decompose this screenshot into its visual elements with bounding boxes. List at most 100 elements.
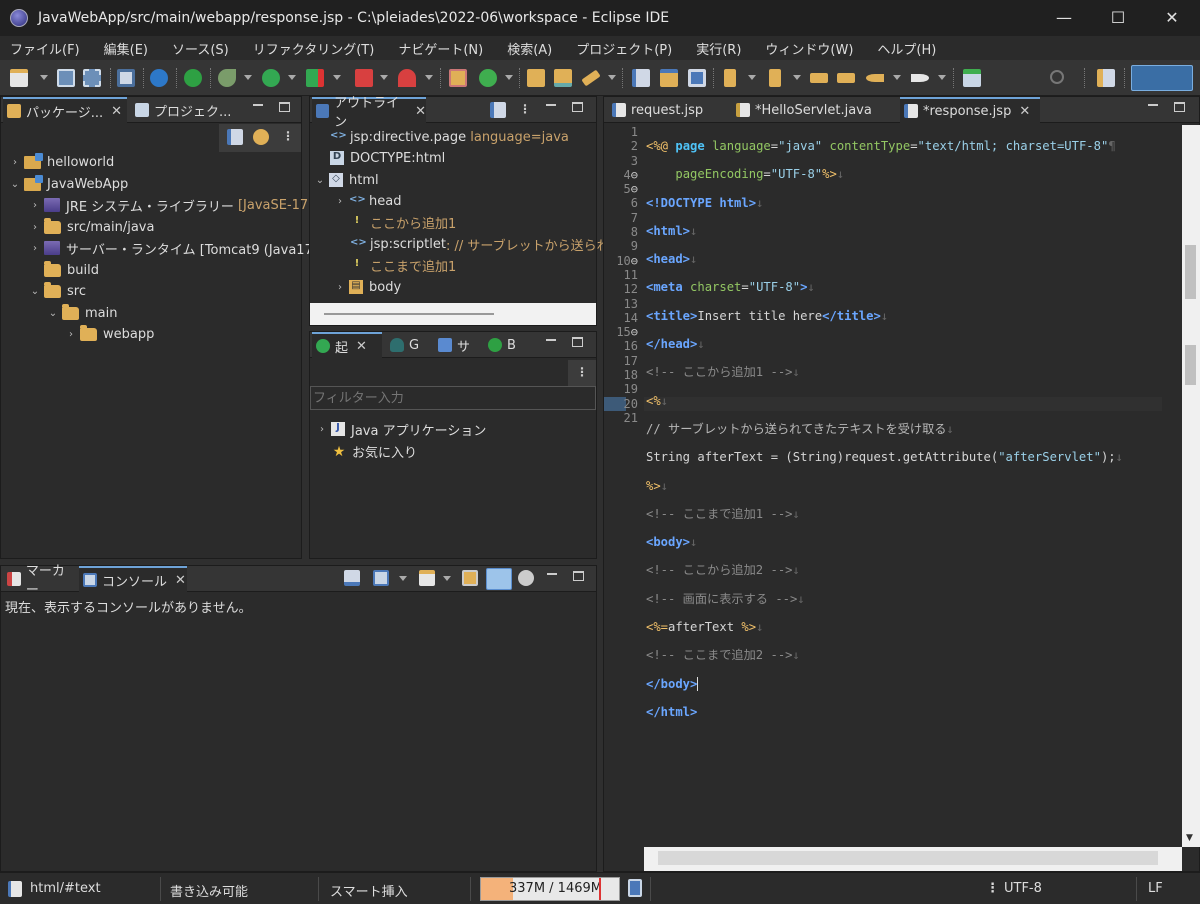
chevron-right-icon[interactable]: › [29,243,41,254]
filter-input[interactable] [310,386,596,410]
tree-item-main[interactable]: ⌄ main [47,303,117,323]
chevron-right-icon[interactable]: › [29,200,41,211]
pin-editor-icon[interactable] [963,69,981,87]
code-editor[interactable]: <%@ page language="java" contentType="te… [646,125,1160,747]
tab-gradle[interactable]: G [386,332,430,358]
open-console-icon[interactable] [373,570,389,586]
outline-item[interactable]: › <> head [334,191,401,211]
status-more-icon[interactable]: ⋮ [986,881,999,896]
outline-item[interactable]: ⌄ ◇ html [314,170,379,190]
chevron-down-icon[interactable]: ⌄ [29,286,41,297]
tree-item-jre[interactable]: › JRE システム・ライブラリー [JavaSE-17] [29,195,313,215]
chevron-right-icon[interactable]: › [334,196,346,207]
annotation-icon[interactable] [688,69,706,87]
maximize-panel-icon[interactable] [572,337,583,347]
tree-item-build[interactable]: build [29,260,99,280]
chevron-down-icon[interactable]: ⌄ [314,175,326,186]
close-button[interactable]: ✕ [1145,0,1199,36]
toggle-mark-icon[interactable] [660,69,678,87]
launch-item[interactable]: › J Java アプリケーション [316,419,486,439]
settings-gear-icon[interactable] [150,69,168,87]
open-type-icon[interactable] [527,69,545,87]
maximize-panel-icon[interactable] [279,102,290,112]
tree-item-src-main-java[interactable]: › src/main/java [29,217,154,237]
link-editor-icon[interactable] [253,129,269,145]
chevron-down-icon[interactable]: ⌄ [47,308,59,319]
view-menu-icon[interactable]: ⋮ [281,129,295,143]
maximize-panel-icon[interactable] [572,102,583,112]
open-task-icon[interactable] [554,69,572,87]
open-perspective-icon[interactable] [1097,69,1115,87]
run-icon[interactable] [262,69,280,87]
tab-project-explorer[interactable]: プロジェク... [131,97,241,123]
stop-icon[interactable] [355,69,373,87]
refresh-icon[interactable] [479,69,497,87]
horizontal-scrollbar[interactable] [324,313,494,315]
menu-edit[interactable]: 編集(E) [104,39,148,58]
collapse-all-icon[interactable] [227,129,243,145]
minimize-panel-icon[interactable] [546,339,556,341]
menu-refactor[interactable]: リファクタリング(T) [253,39,375,58]
maximize-panel-icon[interactable] [1174,102,1185,112]
chevron-right-icon[interactable]: › [9,157,21,168]
open-console-icon[interactable] [117,69,135,87]
minimize-button[interactable]: — [1037,0,1091,36]
new-icon[interactable] [10,69,28,87]
search-icon[interactable] [1050,70,1064,84]
view-menu-icon[interactable]: ⋮ [518,102,532,116]
tab-markers[interactable]: マーカー [3,564,77,598]
menu-help[interactable]: ヘルプ(H) [877,39,936,58]
word-wrap-icon[interactable] [486,568,512,590]
back-arrow-icon[interactable] [866,74,884,82]
tab-package-explorer[interactable]: パッケージ... ✕ [3,97,127,123]
minimize-panel-icon[interactable] [1148,104,1158,106]
search-type-icon[interactable] [632,69,650,87]
tab-console[interactable]: コンソール ✕ [79,566,187,592]
view-menu-icon[interactable]: ⋮ [575,365,589,379]
close-tab-icon[interactable]: ✕ [356,339,367,354]
maximize-panel-icon[interactable] [573,571,584,581]
forward-edit-icon[interactable] [837,73,855,83]
menu-search[interactable]: 検索(A) [507,39,552,58]
tab-helloservlet-java[interactable]: *HelloServlet.java [732,97,880,123]
outline-item[interactable]: ǃ ここから追加1 [350,212,456,232]
close-tab-icon[interactable]: ✕ [175,573,186,588]
menu-project[interactable]: プロジェクト(P) [576,39,672,58]
new-console-icon[interactable] [419,570,435,586]
save-icon[interactable] [57,69,75,87]
minimize-panel-icon[interactable] [546,104,556,106]
tree-item-webapp[interactable]: › webapp [65,324,154,344]
trash-gc-icon[interactable] [628,879,642,897]
tree-item-server-runtime[interactable]: › サーバー・ランタイム [Tomcat9 (Java17)] [29,238,323,258]
menu-window[interactable]: ウィンドウ(W) [765,39,853,58]
tree-item-javawebapp[interactable]: ⌄ JavaWebApp [9,174,128,194]
launch-item[interactable]: ★ お気に入り [332,441,417,461]
copy-icon[interactable] [462,570,478,586]
next-annotation-icon[interactable] [724,69,736,87]
close-tab-icon[interactable]: ✕ [415,104,426,119]
outline-item[interactable]: D DOCTYPE:html [330,148,445,168]
forward-arrow-icon[interactable] [911,74,929,82]
minimize-panel-icon[interactable] [253,104,263,106]
menu-navigate[interactable]: ナビゲート(N) [398,39,483,58]
collapse-all-icon[interactable] [490,102,506,118]
tab-request-jsp[interactable]: request.jsp [608,97,724,123]
tab-outline[interactable]: アウトライン ✕ [312,96,426,130]
minimize-panel-icon[interactable] [547,573,557,575]
external-tools-icon[interactable] [398,69,416,87]
chevron-right-icon[interactable]: › [65,329,77,340]
power-icon[interactable] [184,69,202,87]
close-tab-icon[interactable]: ✕ [111,104,122,119]
tree-item-helloworld[interactable]: › helloworld [9,152,114,172]
outline-item[interactable]: › ▤ body [334,277,401,297]
new-dropdown-icon[interactable] [40,75,48,80]
chevron-right-icon[interactable]: › [29,222,41,233]
tree-item-src[interactable]: ⌄ src [29,281,86,301]
chevron-right-icon[interactable]: › [334,282,346,293]
outline-scroll-area[interactable] [310,303,596,325]
tab-launch[interactable]: 起 ✕ [312,332,382,358]
new-server-icon[interactable] [449,69,467,87]
outline-item[interactable]: <> jsp:directive.page language=java [330,127,569,147]
tab-servers[interactable]: サ [434,332,480,358]
prev-annotation-icon[interactable] [769,69,781,87]
